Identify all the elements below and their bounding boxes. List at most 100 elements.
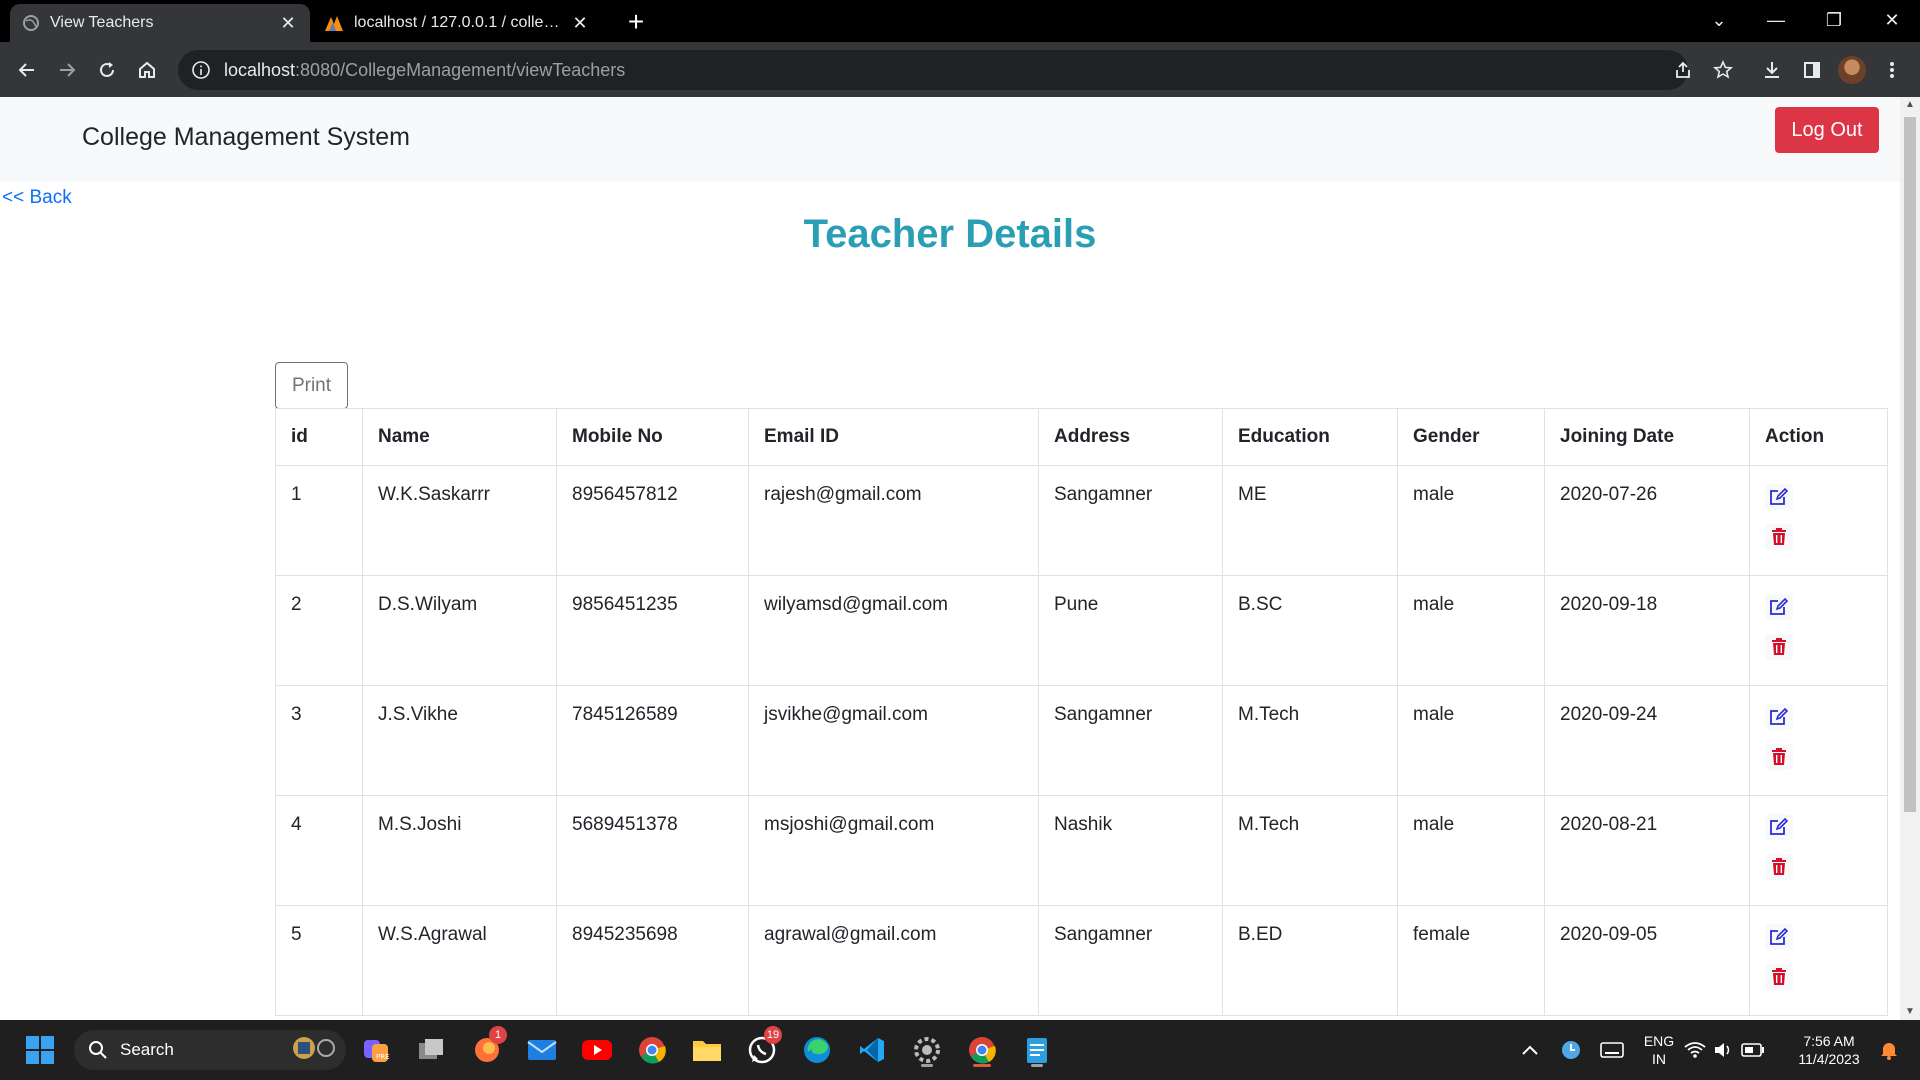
side-panel-icon[interactable] (1794, 52, 1830, 88)
home-icon[interactable] (129, 52, 165, 88)
cell-id: 3 (275, 685, 363, 796)
copilot-icon[interactable]: PRE (356, 1030, 396, 1070)
cell-actions (1749, 575, 1888, 686)
restore-button[interactable]: ❐ (1810, 0, 1858, 40)
page-scrollbar[interactable]: ▲ ▼ (1900, 97, 1920, 1020)
close-tab-icon[interactable]: ✕ (570, 13, 590, 34)
trash-icon[interactable] (1765, 854, 1793, 880)
cell-education: B.SC (1222, 575, 1398, 686)
scroll-down-icon[interactable]: ▼ (1900, 1004, 1920, 1020)
close-tab-icon[interactable]: ✕ (278, 13, 298, 34)
col-header-mobile: Mobile No (556, 408, 749, 466)
share-icon[interactable] (1673, 50, 1693, 90)
cell-address: Sangamner (1038, 465, 1223, 576)
address-bar[interactable]: localhost:8080/CollegeManagement/viewTea… (178, 50, 1733, 90)
logout-button[interactable]: Log Out (1775, 107, 1879, 153)
tab-phpmyadmin[interactable]: localhost / 127.0.0.1 / collegemanagemen… (312, 4, 602, 42)
windows-start-icon[interactable] (20, 1030, 60, 1070)
table-row: 2 D.S.Wilyam 9856451235 wilyamsd@gmail.com P… (275, 575, 1888, 686)
file-explorer-icon[interactable] (687, 1030, 727, 1070)
download-icon[interactable] (1754, 52, 1790, 88)
search-icon (89, 1041, 107, 1059)
cell-id: 4 (275, 795, 363, 906)
cell-id: 5 (275, 905, 363, 1016)
forward-arrow-icon[interactable] (49, 52, 85, 88)
firefox-icon[interactable]: 1 (467, 1026, 507, 1070)
trash-icon[interactable] (1765, 634, 1793, 660)
tab-title: View Teachers (50, 14, 154, 31)
clock-app-icon[interactable] (1551, 1030, 1591, 1070)
edit-icon[interactable] (1765, 594, 1793, 620)
chrome-active-icon[interactable] (962, 1030, 1002, 1070)
page-content: College Management System Log Out << Bac… (0, 97, 1900, 1020)
clock-date: 11/4/2023 (1798, 1051, 1860, 1067)
edit-icon[interactable] (1765, 924, 1793, 950)
close-window-button[interactable]: ✕ (1868, 0, 1916, 40)
task-view-icon[interactable] (411, 1030, 451, 1070)
new-tab-button[interactable]: + (620, 6, 652, 38)
cell-name: W.S.Agrawal (362, 905, 557, 1016)
trash-icon[interactable] (1765, 744, 1793, 770)
cell-address: Nashik (1038, 795, 1223, 906)
print-button[interactable]: Print (275, 362, 348, 409)
site-info-icon[interactable] (190, 59, 212, 81)
reload-icon[interactable] (89, 52, 125, 88)
cell-actions (1749, 905, 1888, 1016)
search-highlight-icon (288, 1034, 338, 1067)
cell-mobile: 8956457812 (556, 465, 749, 576)
back-arrow-icon[interactable] (9, 52, 45, 88)
col-header-address: Address (1038, 408, 1223, 466)
scroll-up-icon[interactable]: ▲ (1900, 97, 1920, 113)
cell-email: rajesh@gmail.com (748, 465, 1039, 576)
tab-search-icon[interactable]: ⌄ (1695, 0, 1743, 40)
running-indicator (921, 1064, 933, 1067)
scrollbar-thumb[interactable] (1904, 117, 1916, 812)
settings-gear-icon[interactable] (907, 1030, 947, 1070)
minimize-button[interactable]: — (1752, 0, 1800, 40)
keyboard-icon[interactable] (1592, 1030, 1632, 1070)
cell-education: B.ED (1222, 905, 1398, 1016)
edit-icon[interactable] (1765, 484, 1793, 510)
back-link[interactable]: << Back (2, 187, 72, 209)
clock[interactable]: 7:56 AM 11/4/2023 (1784, 1032, 1874, 1068)
language-indicator[interactable]: ENG IN (1640, 1032, 1678, 1068)
edge-icon[interactable] (797, 1030, 837, 1070)
whatsapp-icon[interactable]: 19 (742, 1026, 782, 1070)
edit-icon[interactable] (1765, 704, 1793, 730)
menu-dots-icon[interactable] (1874, 52, 1910, 88)
col-header-id: id (275, 408, 363, 466)
brand-title[interactable]: College Management System (82, 123, 410, 152)
youtube-icon[interactable] (577, 1030, 617, 1070)
cell-name: W.K.Saskarrr (362, 465, 557, 576)
notification-badge: 19 (764, 1026, 782, 1044)
chevron-up-icon[interactable] (1510, 1030, 1550, 1070)
vscode-icon[interactable] (852, 1030, 892, 1070)
volume-icon[interactable] (1710, 1030, 1736, 1070)
notification-bell-icon[interactable] (1874, 1030, 1904, 1070)
browser-toolbar: localhost:8080/CollegeManagement/viewTea… (0, 42, 1920, 97)
chrome-icon[interactable] (632, 1030, 672, 1070)
trash-icon[interactable] (1765, 524, 1793, 550)
table-row: 4 M.S.Joshi 5689451378 msjoshi@gmail.com Nas… (275, 795, 1888, 906)
profile-avatar[interactable] (1834, 52, 1870, 88)
trash-icon[interactable] (1765, 964, 1793, 990)
active-indicator (973, 1064, 991, 1067)
notepad-icon[interactable] (1017, 1030, 1057, 1070)
cell-name: J.S.Vikhe (362, 685, 557, 796)
edit-icon[interactable] (1765, 814, 1793, 840)
cell-address: Pune (1038, 575, 1223, 686)
clock-time: 7:56 AM (1803, 1033, 1855, 1049)
bookmark-star-icon[interactable] (1713, 50, 1733, 90)
cell-gender: male (1397, 795, 1545, 906)
table-body: 1 W.K.Saskarrr 8956457812 rajesh@gmail.com S… (275, 465, 1888, 1016)
taskbar-search[interactable]: Search (74, 1030, 346, 1070)
cell-joining-date: 2020-09-05 (1544, 905, 1750, 1016)
table-row: 3 J.S.Vikhe 7845126589 jsvikhe@gmail.com San… (275, 685, 1888, 796)
wifi-icon[interactable] (1682, 1030, 1708, 1070)
cell-education: M.Tech (1222, 685, 1398, 796)
cell-education: M.Tech (1222, 795, 1398, 906)
tab-view-teachers[interactable]: View Teachers ✕ (10, 4, 310, 42)
mail-icon[interactable] (522, 1030, 562, 1070)
col-header-joining-date: Joining Date (1544, 408, 1750, 466)
battery-icon[interactable] (1738, 1030, 1768, 1070)
